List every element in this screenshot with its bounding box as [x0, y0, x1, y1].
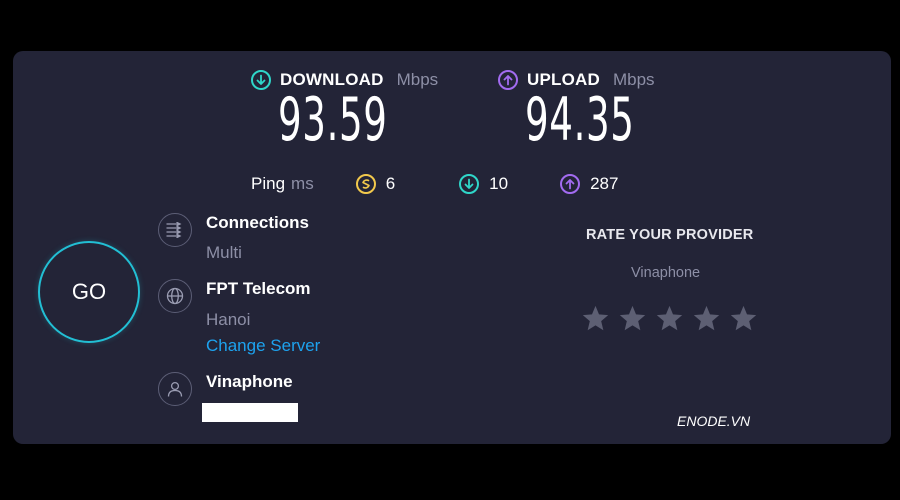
download-metric: DOWNLOAD Mbps 93.59 [251, 67, 455, 153]
globe-icon [158, 279, 192, 313]
rate-title: RATE YOUR PROVIDER [586, 227, 754, 243]
server-location: Hanoi [206, 310, 251, 329]
ping-row: Ping ms 6 10 287 [251, 171, 618, 197]
star-icon[interactable] [729, 304, 758, 333]
upload-metric: UPLOAD Mbps 94.35 [498, 67, 702, 153]
ping-upload: 287 [560, 174, 618, 194]
ping-download: 10 [459, 174, 508, 194]
download-arrow-icon [251, 70, 271, 90]
ping-unit: ms [291, 174, 314, 193]
go-button[interactable]: GO [38, 241, 140, 343]
download-value: 93.59 [278, 85, 388, 155]
redacted-ip [202, 403, 298, 422]
provider-name: Vinaphone [206, 372, 293, 391]
upload-arrow-icon [498, 70, 518, 90]
rating-stars [581, 304, 758, 333]
ping-label: Ping [251, 174, 286, 193]
download-unit: Mbps [396, 70, 439, 89]
star-icon[interactable] [618, 304, 647, 333]
star-icon[interactable] [655, 304, 684, 333]
server-name: FPT Telecom [206, 279, 311, 298]
upload-value: 94.35 [525, 85, 635, 155]
rate-provider-name: Vinaphone [631, 265, 701, 281]
star-icon[interactable] [581, 304, 610, 333]
watermark: ENODE.VN [677, 413, 751, 429]
results-panel: DOWNLOAD Mbps 93.59 UPLOAD Mbps 94.35 Pi… [13, 51, 891, 444]
ping-idle-icon [355, 174, 376, 194]
ping-upload-value: 287 [590, 174, 619, 193]
ping-upload-icon [560, 174, 581, 194]
ping-idle-value: 6 [385, 174, 396, 193]
ping-download-value: 10 [489, 174, 509, 193]
connections-value: Multi [206, 243, 242, 262]
star-icon[interactable] [692, 304, 721, 333]
user-icon [158, 372, 192, 406]
connections-icon [158, 213, 192, 247]
change-server-link[interactable]: Change Server [206, 336, 320, 356]
ping-idle: 6 [355, 174, 396, 194]
ping-download-icon [459, 174, 480, 194]
connections-title: Connections [206, 213, 309, 232]
